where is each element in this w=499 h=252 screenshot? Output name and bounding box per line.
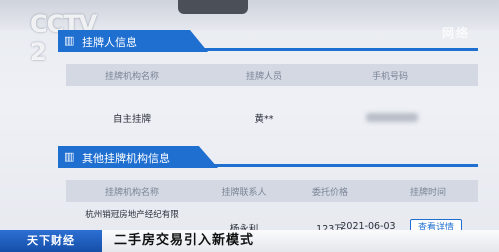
agency-cell: 杭州销冠房地产经纪有限 xyxy=(85,210,179,220)
table-header: 挂牌机构名称 挂牌人员 手机号码 xyxy=(66,64,478,86)
section-underline xyxy=(198,48,478,51)
blurred-phone xyxy=(366,113,418,122)
news-ticker: 天下财经 二手房交易引入新模式 xyxy=(0,230,499,252)
section-title: 挂牌人信息 xyxy=(82,36,137,49)
column-header: 挂牌人员 xyxy=(245,72,283,82)
section-title: 其他挂牌机构信息 xyxy=(82,152,170,165)
column-header: 挂牌机构名称 xyxy=(104,72,160,82)
top-image-fragment xyxy=(178,0,248,14)
column-header: 挂牌联系人 xyxy=(221,188,267,198)
section-header-other-agencies: ▥ 其他挂牌机构信息 xyxy=(58,146,478,168)
building-icon: ▥ xyxy=(64,150,75,163)
headline-text: 二手房交易引入新模式 xyxy=(102,230,499,252)
program-name: 天下财经 xyxy=(0,230,102,252)
section-underline xyxy=(208,164,478,167)
table-header: 挂牌机构名称 挂牌联系人 委托价格 挂牌时间 xyxy=(66,180,478,202)
column-header: 挂牌时间 xyxy=(409,188,447,198)
building-icon: ▥ xyxy=(64,34,75,47)
screen-background: CCTV 2 网络 ▥ 挂牌人信息 挂牌机构名称 挂牌人员 手机号码 自主挂牌 … xyxy=(0,0,499,252)
column-header: 手机号码 xyxy=(371,72,409,82)
column-header: 委托价格 xyxy=(311,188,349,198)
person-cell: 黄** xyxy=(254,114,274,125)
column-header: 挂牌机构名称 xyxy=(104,188,160,198)
agency-cell: 自主挂牌 xyxy=(112,114,152,125)
section-header-lister: ▥ 挂牌人信息 xyxy=(58,30,478,52)
